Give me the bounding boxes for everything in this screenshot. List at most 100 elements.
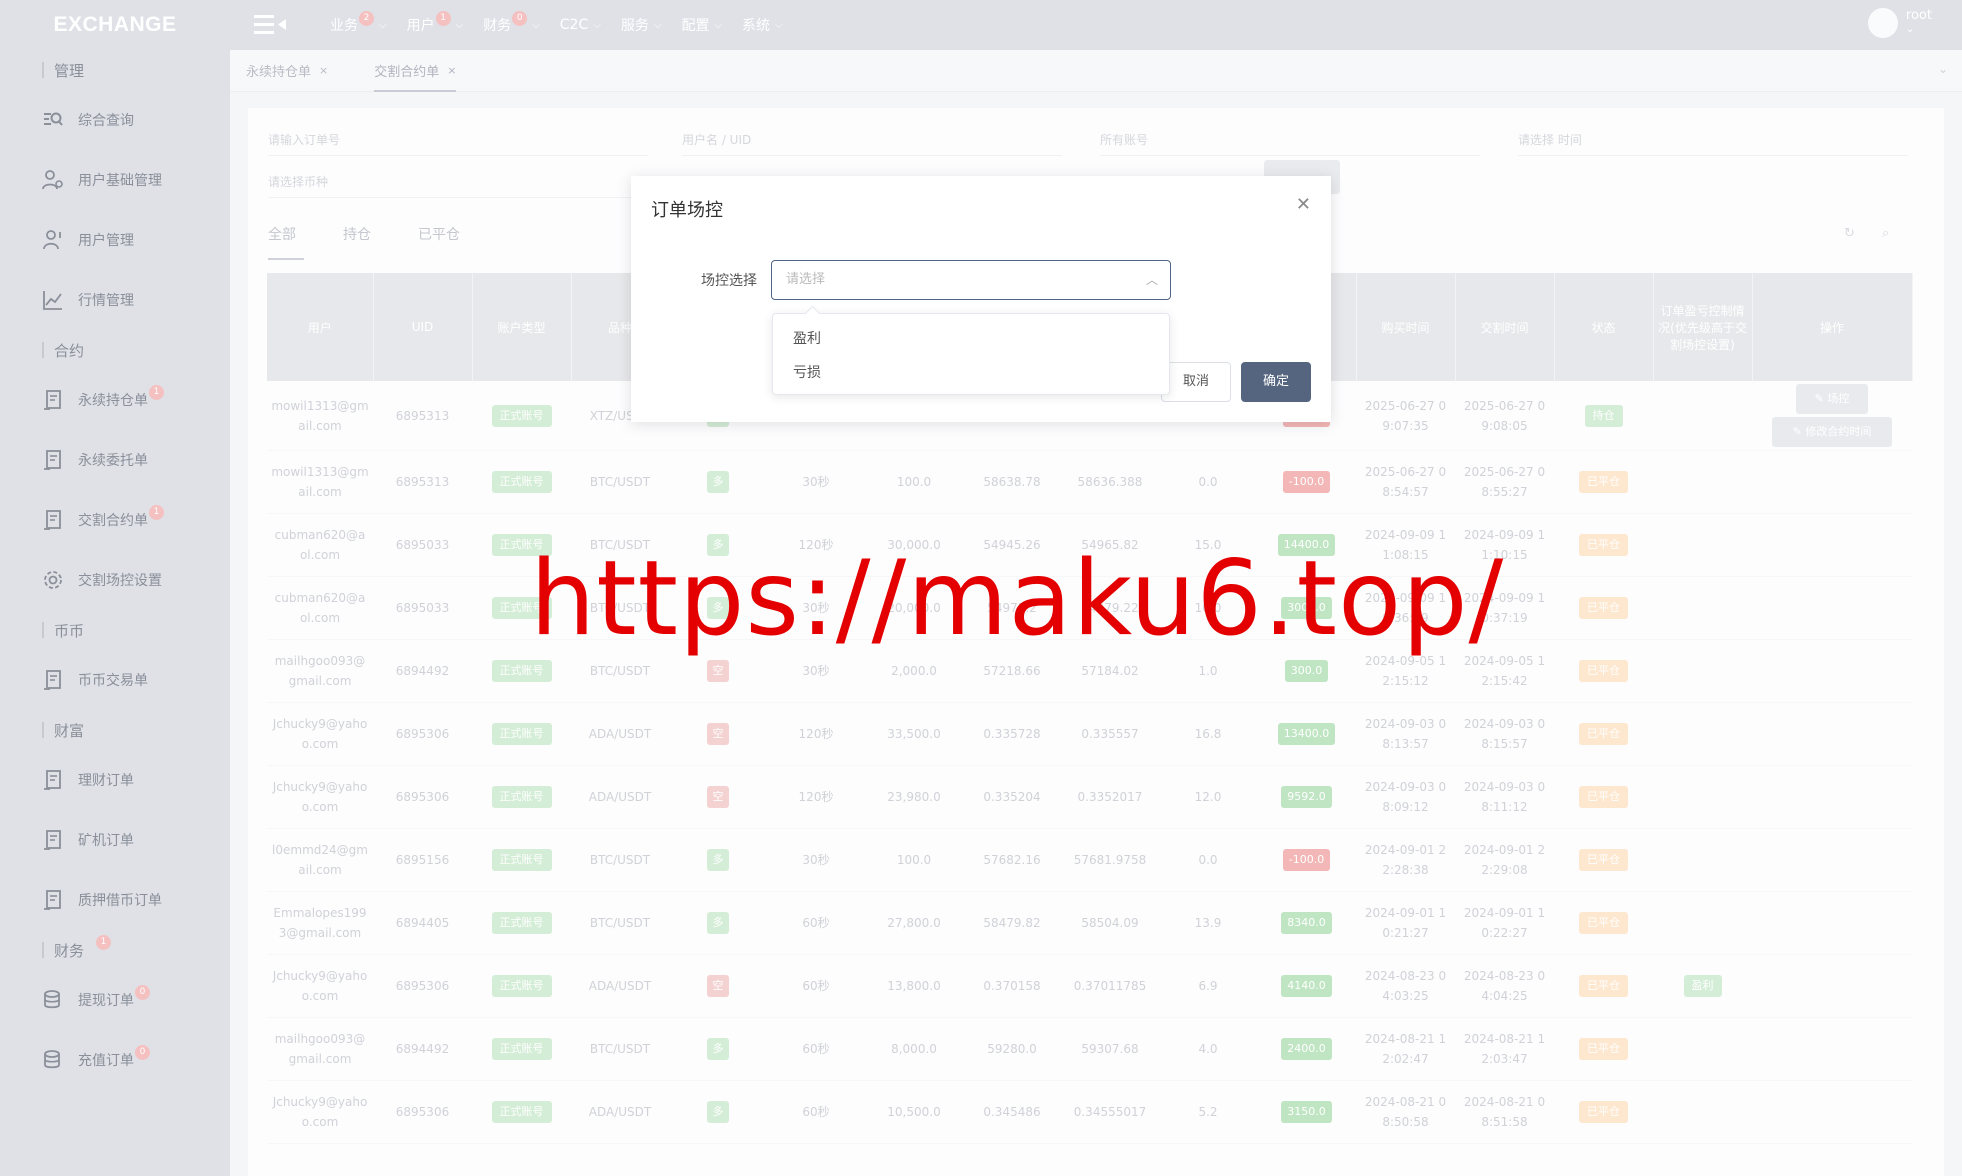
direction-cell: 多 bbox=[669, 1017, 767, 1081]
settle-time-cell: 2024-09-03 08:11:12 bbox=[1455, 765, 1554, 829]
settle-time-cell: 2024-09-01 10:22:27 bbox=[1455, 891, 1554, 955]
sidebar-item[interactable]: 用户管理 bbox=[0, 210, 230, 270]
operation-cell bbox=[1752, 450, 1912, 514]
settle-time-cell: 2025-06-27 08:55:27 bbox=[1455, 450, 1554, 514]
menu-toggle-button[interactable] bbox=[252, 10, 300, 40]
open-price-cell: 58638.78 bbox=[963, 450, 1061, 514]
user-menu[interactable]: root ⌄ bbox=[1867, 8, 1932, 38]
user-cell: Jchucky9@yahoo.com bbox=[267, 954, 373, 1018]
account-type-badge: 正式账号 bbox=[491, 404, 552, 427]
uid-cell: 6895033 bbox=[373, 576, 472, 640]
pnl-badge: 300.0 bbox=[1284, 660, 1329, 682]
sidebar-item[interactable]: 永续委托单 bbox=[0, 430, 230, 490]
uid-cell: 6895306 bbox=[373, 1080, 472, 1144]
sidebar-item[interactable]: 用户基础管理 bbox=[0, 150, 230, 210]
option-profit[interactable]: 盈利 bbox=[773, 322, 1169, 356]
buy-time-cell: 2024-09-03 08:09:12 bbox=[1356, 765, 1455, 829]
sidebar-item-label: 用户基础管理 bbox=[78, 173, 162, 189]
user-gear-icon bbox=[42, 169, 64, 191]
settle-time-cell: 2025-06-27 09:08:05 bbox=[1455, 381, 1554, 451]
sidebar-item-label: 充值订单 bbox=[78, 1053, 134, 1069]
period-cell: 60秒 bbox=[767, 891, 865, 955]
uid-cell: 6895313 bbox=[373, 450, 472, 514]
top-nav-item[interactable]: 配置 ⌵ bbox=[681, 15, 722, 35]
period-cell: 60秒 bbox=[767, 1017, 865, 1081]
confirm-button[interactable]: 确定 bbox=[1241, 362, 1311, 402]
sidebar-item[interactable]: 综合查询 bbox=[0, 90, 230, 150]
direction-badge: 空 bbox=[707, 723, 729, 745]
sidebar-item[interactable]: 提现订单 0 bbox=[0, 970, 230, 1030]
status-cell: 持仓 bbox=[1554, 381, 1653, 451]
fee-cell: 16.8 bbox=[1159, 702, 1257, 766]
watermark-text: https://maku6.top/ bbox=[530, 539, 1505, 659]
close-icon[interactable]: × bbox=[319, 64, 328, 77]
table-row: Jchucky9@yahoo.com 6895306 正式账号 ADA/USDT 空 12… bbox=[267, 765, 1912, 829]
top-nav-item[interactable]: 用户 1 ⌵ bbox=[407, 10, 463, 35]
cancel-button[interactable]: 取消 bbox=[1161, 362, 1231, 402]
user-cell: l0emmd24@gmail.com bbox=[267, 828, 373, 892]
chevron-down-icon[interactable]: ⌄ bbox=[1938, 62, 1948, 76]
top-nav-item[interactable]: 财务 0 ⌵ bbox=[483, 10, 540, 35]
operation-cell bbox=[1752, 639, 1912, 703]
user-cell: mowil1313@gmail.com bbox=[267, 381, 373, 451]
column-header: UID bbox=[373, 273, 473, 381]
status-badge: 已平仓 bbox=[1579, 471, 1628, 493]
status-badge: 已平仓 bbox=[1579, 534, 1628, 556]
page-tab[interactable]: 永续持仓单 × bbox=[246, 50, 328, 92]
page-tab[interactable]: 交割合约单 × bbox=[374, 50, 457, 92]
sidebar-item[interactable]: 交割场控设置 bbox=[0, 550, 230, 610]
user-input[interactable]: 用户名 / UID bbox=[682, 124, 1062, 156]
refresh-icon[interactable]: ↻ bbox=[1844, 226, 1855, 241]
close-icon[interactable]: × bbox=[447, 64, 456, 77]
coin-select[interactable]: 请选择币种 bbox=[268, 166, 648, 198]
database-icon bbox=[42, 1049, 64, 1071]
page-tabs: 永续持仓单 × 交割合约单 × ⌄ bbox=[230, 50, 1962, 92]
account-type-badge: 正式账号 bbox=[491, 723, 552, 745]
sidebar-item[interactable]: 交割合约单 1 bbox=[0, 490, 230, 550]
close-icon[interactable]: ✕ bbox=[1296, 194, 1311, 215]
sidebar-item[interactable]: 充值订单 0 bbox=[0, 1030, 230, 1090]
sidebar-item-label: 币币交易单 bbox=[78, 673, 148, 689]
pnl-badge: 13400.0 bbox=[1277, 723, 1336, 745]
sidebar-item[interactable]: 理财订单 bbox=[0, 750, 230, 810]
amount-cell: 23,980.0 bbox=[865, 765, 963, 829]
notification-badge: 0 bbox=[135, 1044, 150, 1060]
top-nav-item[interactable]: C2C ⌵ bbox=[560, 15, 601, 35]
sidebar-item[interactable]: 矿机订单 bbox=[0, 810, 230, 870]
time-select[interactable]: 请选择 时间 bbox=[1518, 124, 1908, 156]
column-header: 交割时间 bbox=[1455, 273, 1555, 381]
column-header: 账户类型 bbox=[472, 273, 572, 381]
top-nav-item[interactable]: 业务 2 ⌵ bbox=[330, 10, 387, 35]
sidebar-item[interactable]: 行情管理 bbox=[0, 270, 230, 330]
top-nav-item[interactable]: 系统 ⌵ bbox=[742, 15, 783, 35]
direction-badge: 多 bbox=[707, 1038, 729, 1060]
control-button[interactable]: ✎ 场控 bbox=[1796, 384, 1868, 414]
user-name: root ⌄ bbox=[1906, 9, 1932, 37]
symbol-cell: BTC/USDT bbox=[571, 450, 669, 514]
table-row: mailhgoo093@gmail.com 6894492 正式账号 BTC/USDT… bbox=[267, 1017, 1912, 1081]
top-nav-item[interactable]: 服务 ⌵ bbox=[621, 15, 662, 35]
amount-cell: 100.0 bbox=[865, 828, 963, 892]
status-badge: 已平仓 bbox=[1579, 975, 1628, 997]
sidebar-item[interactable]: 币币交易单 bbox=[0, 650, 230, 710]
status-tab[interactable]: 持仓 bbox=[343, 224, 418, 260]
sidebar-item[interactable]: 永续持仓单 1 bbox=[0, 370, 230, 430]
pnl-cell: 13400.0 bbox=[1257, 702, 1356, 766]
account-select[interactable]: 所有账号 bbox=[1100, 124, 1480, 156]
order-no-input[interactable]: 请输入订单号 bbox=[268, 124, 648, 156]
sidebar-item[interactable]: 质押借币订单 bbox=[0, 870, 230, 930]
gear-icon bbox=[42, 569, 64, 591]
status-tab[interactable]: 已平仓 bbox=[418, 224, 493, 260]
control-select-dropdown: 盈利 亏损 bbox=[772, 313, 1170, 395]
sidebar-item-label: 矿机订单 bbox=[78, 833, 134, 849]
status-tab[interactable]: 全部 bbox=[268, 224, 343, 260]
table-row: mowil1313@gmail.com 6895313 正式账号 BTC/USDT 多 3… bbox=[267, 450, 1912, 514]
control-select[interactable]: 请选择 ︿ bbox=[771, 260, 1171, 300]
operation-cell bbox=[1752, 702, 1912, 766]
operation-cell bbox=[1752, 954, 1912, 1018]
edit-time-button[interactable]: ✎ 修改合约时间 bbox=[1772, 417, 1892, 447]
sidebar-item-label: 交割场控设置 bbox=[78, 573, 162, 589]
option-loss[interactable]: 亏损 bbox=[773, 356, 1169, 390]
search-icon[interactable]: ⌕ bbox=[1882, 226, 1889, 241]
control-cell: 盈利 bbox=[1653, 954, 1752, 1018]
